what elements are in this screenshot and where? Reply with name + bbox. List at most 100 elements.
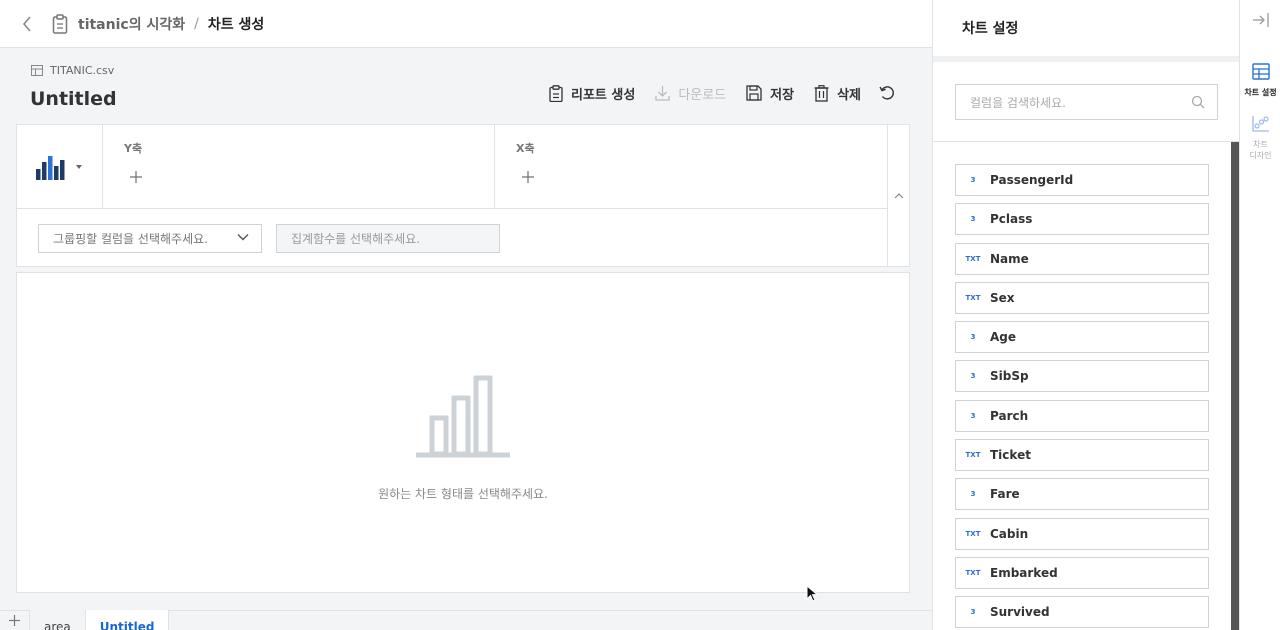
plus-icon (130, 171, 142, 183)
report-icon (50, 13, 70, 34)
rail-chart-settings[interactable]: 차트 설정 (1240, 63, 1280, 98)
empty-bar-chart-icon (416, 375, 510, 458)
add-y-axis-button[interactable] (125, 166, 147, 188)
column-search-input[interactable]: 컬럼을 검색하세요. (955, 84, 1218, 120)
column-type-badge: TXT (965, 293, 981, 302)
column-type-badge: 3 (970, 215, 976, 224)
collapse-config-button[interactable] (887, 125, 909, 267)
column-item-parch[interactable]: 3 Parch (955, 399, 1209, 432)
column-name: Parch (990, 408, 1029, 423)
rail-chart-design[interactable]: 차트 디자인 (1240, 115, 1280, 161)
column-item-age[interactable]: 3 Age (955, 321, 1209, 354)
tab-label: Untitled (99, 620, 155, 630)
trash-icon (814, 84, 829, 102)
column-item-fare[interactable]: 3 Fare (955, 478, 1209, 511)
tab-label: area (44, 620, 71, 630)
back-icon[interactable] (16, 13, 38, 35)
add-tab-button[interactable] (0, 610, 30, 630)
main-area: TITANIC.csv Untitled 리포트 생성 다운로드 저장 삭제 Y… (0, 48, 932, 630)
y-axis-label: Y축 (124, 142, 143, 155)
tab-untitled[interactable]: Untitled (85, 610, 170, 630)
column-type-badge: TXT (965, 529, 981, 538)
y-axis-slot: Y축 (103, 125, 495, 209)
column-item-sex[interactable]: TXT Sex (955, 281, 1209, 314)
divider (933, 56, 1239, 62)
chart-canvas: 원하는 차트 형태를 선택해주세요. (16, 272, 910, 593)
rail-chart-design-label-2: 디자인 (1249, 151, 1272, 160)
x-axis-label: X축 (516, 142, 535, 155)
divider (933, 141, 1239, 142)
column-type-badge: TXT (965, 451, 981, 460)
tab-area[interactable]: area (30, 610, 86, 630)
delete-button-label: 삭제 (837, 87, 861, 103)
chart-title[interactable]: Untitled (30, 88, 117, 110)
panel-title: 차트 설정 (962, 21, 1019, 37)
column-item-sibsp[interactable]: 3 SibSp (955, 360, 1209, 393)
column-item-survived[interactable]: 3 Survived (955, 596, 1209, 629)
column-name: Cabin (990, 526, 1029, 541)
column-item-name[interactable]: TXT Name (955, 242, 1209, 275)
aggregation-select[interactable]: 집계함수를 선택해주세요. (276, 224, 500, 253)
search-icon (1191, 95, 1205, 109)
column-item-cabin[interactable]: TXT Cabin (955, 517, 1209, 550)
settings-panel: 차트 설정 컬럼을 검색하세요. 3 PassengerId 3 Pclass TX… (932, 0, 1239, 630)
collapse-panel-button[interactable] (1252, 12, 1270, 32)
file-name: TITANIC.csv (50, 64, 115, 77)
undo-icon (879, 86, 894, 100)
report-button[interactable]: 리포트 생성 (549, 84, 635, 103)
empty-state-message: 원하는 차트 형태를 선택해주세요. (378, 487, 548, 501)
axis-row: Y축 X축 (17, 125, 888, 209)
reset-button[interactable] (879, 85, 904, 101)
chart-design-icon (1251, 116, 1269, 132)
add-x-axis-button[interactable] (517, 166, 539, 188)
search-placeholder: 컬럼을 검색하세요. (970, 95, 1066, 110)
plus-icon (522, 171, 534, 183)
save-icon (746, 85, 762, 101)
group-column-placeholder: 그룹핑할 컬럼을 선택해주세요. (53, 232, 208, 246)
download-button-label: 다운로드 (678, 87, 727, 103)
column-type-badge: TXT (965, 568, 981, 577)
column-item-ticket[interactable]: TXT Ticket (955, 439, 1209, 472)
delete-button[interactable]: 삭제 (814, 84, 861, 103)
collapse-right-icon (1253, 13, 1269, 27)
x-axis-slot: X축 (495, 125, 887, 209)
table-icon (31, 65, 43, 76)
chevron-up-icon (894, 193, 903, 199)
column-name: Survived (990, 605, 1050, 620)
plus-icon (9, 614, 20, 626)
column-name: Pclass (990, 212, 1033, 227)
column-type-badge: 3 (970, 411, 976, 420)
column-name: Age (990, 330, 1017, 345)
column-name: Embarked (990, 565, 1058, 580)
group-column-select[interactable]: 그룹핑할 컬럼을 선택해주세요. (38, 224, 262, 253)
download-button[interactable]: 다운로드 (655, 84, 726, 103)
column-name: Ticket (990, 448, 1031, 463)
table-icon (1251, 63, 1270, 80)
download-icon (655, 86, 670, 101)
aggregation-placeholder: 집계함수를 선택해주세요. (291, 232, 421, 246)
column-list-scrollbar[interactable] (1231, 142, 1239, 630)
column-name: SibSp (990, 369, 1029, 384)
mouse-cursor-icon (806, 585, 818, 602)
column-list: 3 PassengerId 3 Pclass TXT Name TXT Sex 3 Age… (955, 164, 1209, 630)
chart-tabs: area Untitled (0, 610, 932, 630)
clipboard-icon (549, 84, 563, 102)
page-title: 차트 생성 (207, 16, 265, 33)
column-name: Name (990, 251, 1029, 266)
column-item-embarked[interactable]: TXT Embarked (955, 556, 1209, 589)
toolbar: 리포트 생성 다운로드 저장 삭제 (529, 82, 904, 104)
chart-config-panel: Y축 X축 그룹핑할 컬럼을 선택해주세요. 집계함수를 선택해주세요. (16, 124, 910, 267)
file-info: TITANIC.csv (31, 64, 114, 77)
column-type-badge: 3 (970, 176, 976, 184)
report-button-label: 리포트 생성 (570, 87, 636, 103)
column-item-pclass[interactable]: 3 Pclass (955, 203, 1209, 236)
breadcrumb-parent[interactable]: titanic의 시각화 (78, 14, 185, 34)
rail-chart-design-label-1: 차트 (1253, 140, 1268, 149)
save-button[interactable]: 저장 (746, 84, 794, 103)
column-name: Sex (990, 290, 1015, 305)
chart-type-picker[interactable] (17, 125, 103, 209)
bar-chart-icon (35, 156, 82, 180)
column-item-passengerid[interactable]: 3 PassengerId (955, 164, 1209, 196)
chevron-down-icon (237, 234, 249, 241)
column-type-badge: 3 (970, 490, 976, 499)
